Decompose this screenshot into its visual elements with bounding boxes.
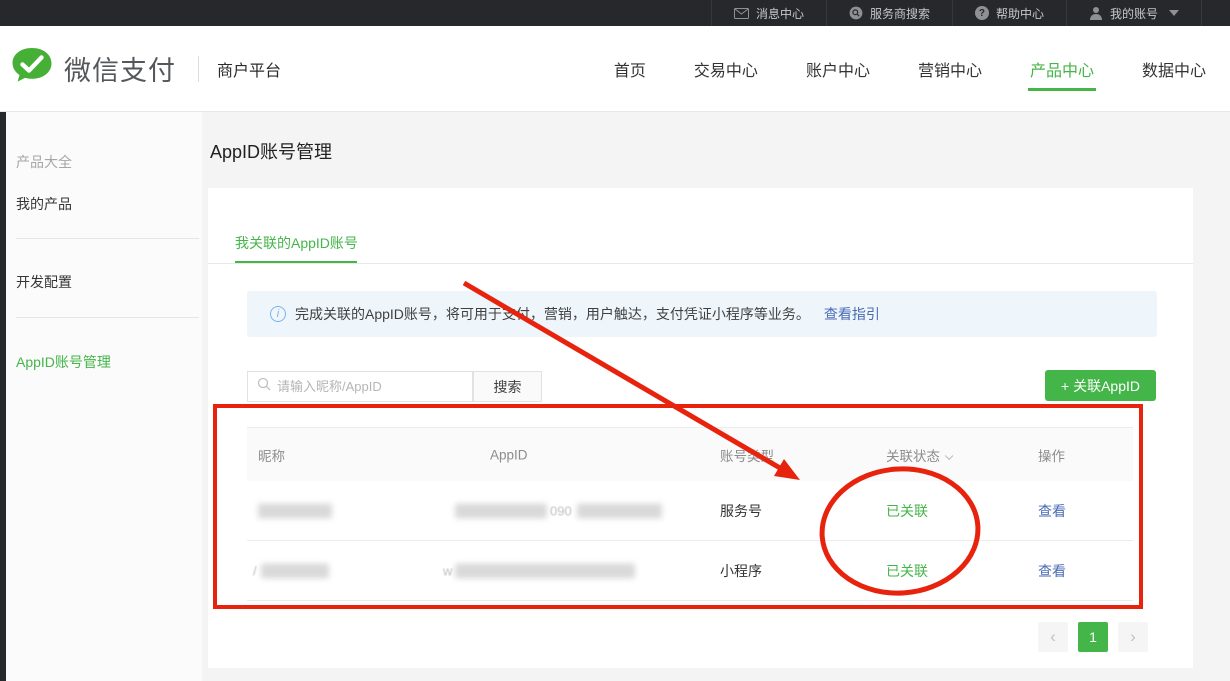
help-center-label: 帮助中心: [996, 5, 1044, 22]
status-badge: 已关联: [886, 501, 928, 521]
content-card: 我关联的AppID账号 i 完成关联的AppID账号，将可用于支付，营销，用户触…: [208, 188, 1193, 668]
provider-search-label: 服务商搜索: [870, 5, 930, 22]
view-link[interactable]: 查看: [1038, 501, 1066, 521]
search-icon: [257, 377, 271, 396]
info-banner-text: 完成关联的AppID账号，将可用于支付，营销，用户触达，支付凭证小程序等业务。: [295, 304, 810, 324]
redacted-appid: [455, 503, 547, 518]
account-type-cell: 服务号: [720, 501, 762, 521]
appid-visible-fragment: 090: [550, 503, 572, 518]
col-header-account-type: 账号类型: [720, 445, 774, 465]
sidebar-divider: [16, 317, 199, 318]
sidebar: 产品大全 我的产品 开发配置 AppID账号管理: [6, 112, 202, 681]
prev-page-button[interactable]: ‹: [1038, 622, 1068, 652]
main-header: 微信支付 商户平台 首页 交易中心 账户中心 营销中心 产品中心 数据中心: [0, 26, 1230, 112]
redacted-appid: [455, 563, 635, 578]
info-icon: i: [270, 306, 286, 322]
help-icon: ?: [975, 6, 989, 20]
chevron-down-icon: [1169, 10, 1179, 16]
info-banner: i 完成关联的AppID账号，将可用于支付，营销，用户触达，支付凭证小程序等业务…: [247, 291, 1157, 337]
table-row: 090 服务号 已关联 查看: [247, 481, 1133, 541]
account-icon: [1089, 6, 1103, 20]
nav-item-account-center[interactable]: 账户中心: [806, 26, 870, 112]
account-type-cell: 小程序: [720, 561, 762, 581]
nav-item-data-center[interactable]: 数据中心: [1142, 26, 1206, 112]
status-badge: 已关联: [886, 561, 928, 581]
nav-item-home[interactable]: 首页: [614, 26, 646, 112]
view-guide-link[interactable]: 查看指引: [824, 304, 880, 324]
sidebar-divider: [16, 238, 199, 239]
table-row: / w 小程序 已关联 查看: [247, 541, 1133, 601]
col-header-link-status[interactable]: 关联状态: [886, 445, 950, 465]
nickname-visible-fragment: /: [253, 563, 257, 578]
nav-item-product-center[interactable]: 产品中心: [1030, 26, 1094, 112]
page-title: AppID账号管理: [210, 138, 332, 164]
main-nav: 首页 交易中心 账户中心 营销中心 产品中心 数据中心: [614, 26, 1206, 112]
page-1-button[interactable]: 1: [1078, 622, 1108, 652]
mail-icon: [734, 8, 749, 19]
view-link[interactable]: 查看: [1038, 561, 1066, 581]
col-header-nickname: 昵称: [258, 445, 285, 465]
nav-item-marketing-center[interactable]: 营销中心: [918, 26, 982, 112]
redacted-nickname: [261, 563, 329, 578]
my-account-label: 我的账号: [1110, 5, 1158, 22]
search-input[interactable]: [277, 379, 457, 394]
brand-name: 微信支付: [64, 49, 176, 88]
top-utility-bar: 消息中心 服务商搜索 ? 帮助中心 我的账号: [0, 0, 1230, 26]
redacted-nickname: [258, 503, 332, 518]
sidebar-item-dev-config[interactable]: 开发配置: [16, 272, 72, 292]
link-appid-button[interactable]: + 关联AppID: [1045, 370, 1156, 401]
wechat-pay-logo-icon: [10, 47, 54, 90]
col-header-appid: AppID: [490, 447, 528, 462]
message-center-item[interactable]: 消息中心: [711, 0, 826, 26]
redacted-appid: [577, 503, 662, 518]
appid-table: 昵称 AppID 账号类型 关联状态 操作 090 服务号 已关联 查看 / w: [247, 427, 1133, 601]
col-header-action: 操作: [1038, 445, 1065, 465]
sidebar-item-appid-management[interactable]: AppID账号管理: [16, 352, 111, 372]
provider-search-item[interactable]: 服务商搜索: [826, 0, 952, 26]
portal-name: 商户平台: [217, 57, 281, 81]
wechat-pay-merchant-platform: 消息中心 服务商搜索 ? 帮助中心 我的账号: [0, 0, 1230, 681]
sort-caret-icon: [945, 451, 953, 459]
my-account-item[interactable]: 我的账号: [1066, 0, 1202, 26]
search-button[interactable]: 搜索: [473, 371, 542, 402]
nav-item-trade-center[interactable]: 交易中心: [694, 26, 758, 112]
table-header-row: 昵称 AppID 账号类型 关联状态 操作: [247, 428, 1133, 481]
tab-my-linked-appid[interactable]: 我关联的AppID账号: [235, 233, 358, 253]
next-page-button[interactable]: ›: [1118, 622, 1148, 652]
help-center-item[interactable]: ? 帮助中心: [952, 0, 1066, 26]
appid-visible-fragment: w: [443, 563, 452, 578]
sidebar-item-my-products[interactable]: 我的产品: [16, 194, 72, 214]
search-box: [247, 371, 473, 402]
message-center-label: 消息中心: [756, 5, 804, 22]
brand-divider: [198, 56, 199, 82]
provider-search-icon: [849, 6, 863, 20]
pagination: ‹ 1 ›: [1038, 622, 1148, 652]
brand-block: 微信支付 商户平台: [10, 47, 281, 90]
tab-bottom-border: [208, 263, 1193, 264]
sidebar-section-product-catalog: 产品大全: [16, 152, 72, 172]
